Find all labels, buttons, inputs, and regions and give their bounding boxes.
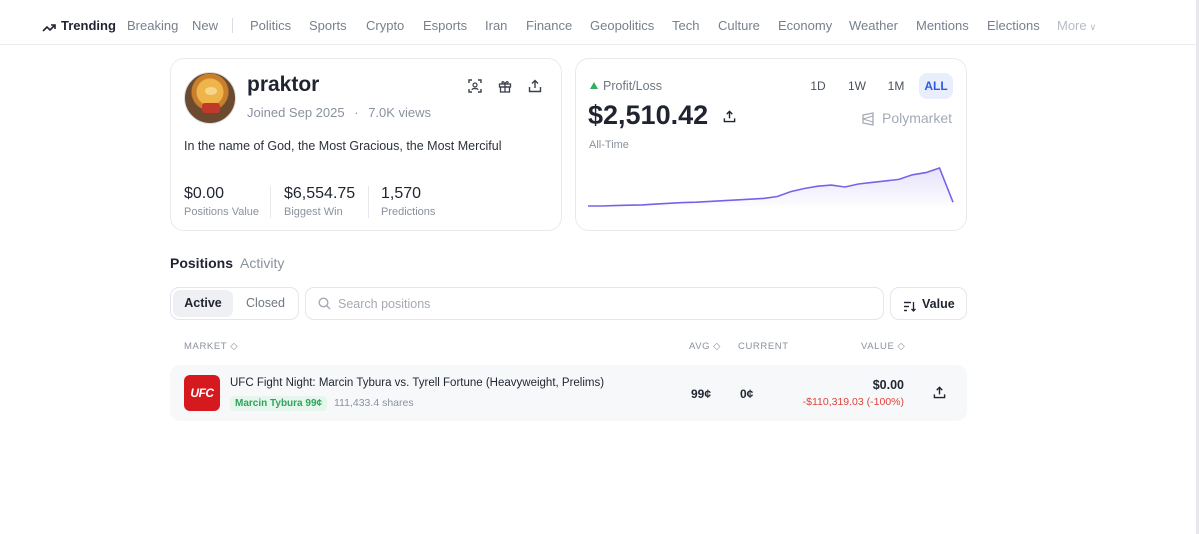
stat-label: Biggest Win — [284, 206, 343, 218]
avatar-face — [205, 87, 217, 95]
pnl-value: $2,510.42 — [588, 100, 709, 130]
position-value: $0.00 — [872, 378, 904, 392]
sort-value-button[interactable]: Value — [890, 287, 967, 320]
nav-item-trending[interactable]: Trending — [61, 18, 116, 33]
triangle-up-icon — [590, 82, 598, 89]
market-logo: UFC — [184, 375, 220, 411]
range-1d-button[interactable]: 1D — [804, 73, 832, 99]
avatar-scarf — [202, 103, 220, 113]
pnl-label: Profit/Loss — [603, 79, 663, 93]
sort-label: Value — [922, 297, 955, 311]
nav-item-new[interactable]: New — [192, 18, 218, 33]
tab-activity[interactable]: Activity — [240, 255, 284, 271]
nav-item-economy[interactable]: Economy — [778, 18, 832, 33]
column-header-label: CURRENT — [738, 341, 789, 352]
nav-item-tech[interactable]: Tech — [672, 18, 699, 33]
stat-value: $0.00 — [184, 185, 225, 202]
stat-predictions: 1,570 Predictions — [381, 185, 435, 218]
nav-item-elections[interactable]: Elections — [987, 18, 1040, 33]
search-box — [305, 287, 884, 320]
profile-bio: In the name of God, the Most Gracious, t… — [184, 139, 502, 153]
stat-biggest-win: $6,554.75 Biggest Win — [284, 185, 355, 218]
position-change: -$110,319.03 (-100%) — [802, 396, 904, 408]
stat-divider — [270, 186, 271, 218]
current-price: 0¢ — [740, 387, 754, 401]
nav-item-crypto[interactable]: Crypto — [366, 18, 404, 33]
nav-item-mentions[interactable]: Mentions — [916, 18, 969, 33]
search-icon — [318, 297, 331, 310]
share-icon[interactable] — [723, 110, 737, 124]
stat-label: Predictions — [381, 206, 436, 218]
nav-item-breaking[interactable]: Breaking — [127, 18, 178, 33]
nav-item-geopolitics[interactable]: Geopolitics — [590, 18, 654, 33]
profile-meta: Joined Sep 2025 · 7.0K views — [247, 105, 431, 120]
stat-positions-value: $0.00 Positions Value — [184, 185, 259, 218]
scan-icon[interactable] — [468, 77, 486, 95]
pnl-chart — [588, 166, 954, 207]
nav-item-politics[interactable]: Politics — [250, 18, 291, 33]
column-header-avg[interactable]: AVG ◇ — [689, 341, 721, 352]
range-1m-button[interactable]: 1M — [882, 73, 910, 99]
avatar — [184, 72, 236, 124]
table-row[interactable] — [170, 365, 967, 421]
nav-item-weather[interactable]: Weather — [849, 18, 898, 33]
nav-item-sports[interactable]: Sports — [309, 18, 347, 33]
filter-active-button[interactable]: Active — [173, 290, 233, 317]
search-input[interactable] — [338, 288, 868, 319]
polymarket-logo-icon — [861, 112, 875, 126]
brand-label: Polymarket — [882, 110, 953, 126]
share-icon[interactable] — [528, 77, 546, 95]
avg-price: 99¢ — [691, 387, 712, 401]
sort-toggle-icon: ◇ — [230, 341, 239, 352]
nav-more-button[interactable]: More ∨ — [1057, 18, 1096, 33]
column-header-label: MARKET — [184, 341, 228, 352]
trending-icon — [42, 20, 56, 32]
column-header-market[interactable]: MARKET ◇ — [184, 341, 238, 352]
sort-toggle-icon: ◇ — [713, 341, 722, 352]
stat-value: 1,570 — [381, 185, 422, 202]
pnl-period: All-Time — [589, 139, 629, 151]
filter-closed-button[interactable]: Closed — [235, 290, 296, 317]
stat-label: Positions Value — [184, 206, 260, 218]
pnl-chart-area — [588, 168, 953, 206]
position-filter: Active Closed — [170, 287, 299, 320]
gift-icon[interactable] — [498, 77, 516, 95]
meta-separator: · — [354, 105, 359, 120]
nav-divider — [232, 18, 233, 33]
stat-divider — [368, 186, 369, 218]
column-header-label: VALUE — [861, 341, 895, 352]
range-all-button[interactable]: ALL — [919, 73, 953, 99]
nav-item-iran[interactable]: Iran — [485, 18, 507, 33]
range-1w-button[interactable]: 1W — [843, 73, 871, 99]
joined-date: Joined Sep 2025 — [247, 105, 345, 120]
column-header-value[interactable]: VALUE ◇ — [861, 341, 905, 352]
nav-item-esports[interactable]: Esports — [423, 18, 467, 33]
share-icon[interactable] — [933, 386, 947, 400]
nav-item-finance[interactable]: Finance — [526, 18, 572, 33]
profile-username: praktor — [247, 73, 320, 96]
column-header-label: AVG — [689, 341, 711, 352]
nav-item-culture[interactable]: Culture — [718, 18, 760, 33]
profile-views: 7.0K views — [368, 105, 432, 120]
chevron-down-icon: ∨ — [1089, 22, 1097, 32]
sort-icon — [904, 299, 916, 312]
shares-count: 111,433.4 shares — [334, 397, 414, 409]
stat-value: $6,554.75 — [284, 185, 356, 202]
top-nav: Trending Breaking New Politics Sports Cr… — [0, 0, 1199, 45]
outcome-badge: Marcin Tybura 99¢ — [230, 396, 328, 411]
market-title[interactable]: UFC Fight Night: Marcin Tybura vs. Tyrel… — [230, 377, 604, 389]
nav-more-label: More — [1057, 18, 1087, 33]
tab-positions[interactable]: Positions — [170, 255, 233, 271]
sort-toggle-icon: ◇ — [897, 341, 906, 352]
column-header-current: CURRENT — [738, 341, 789, 352]
